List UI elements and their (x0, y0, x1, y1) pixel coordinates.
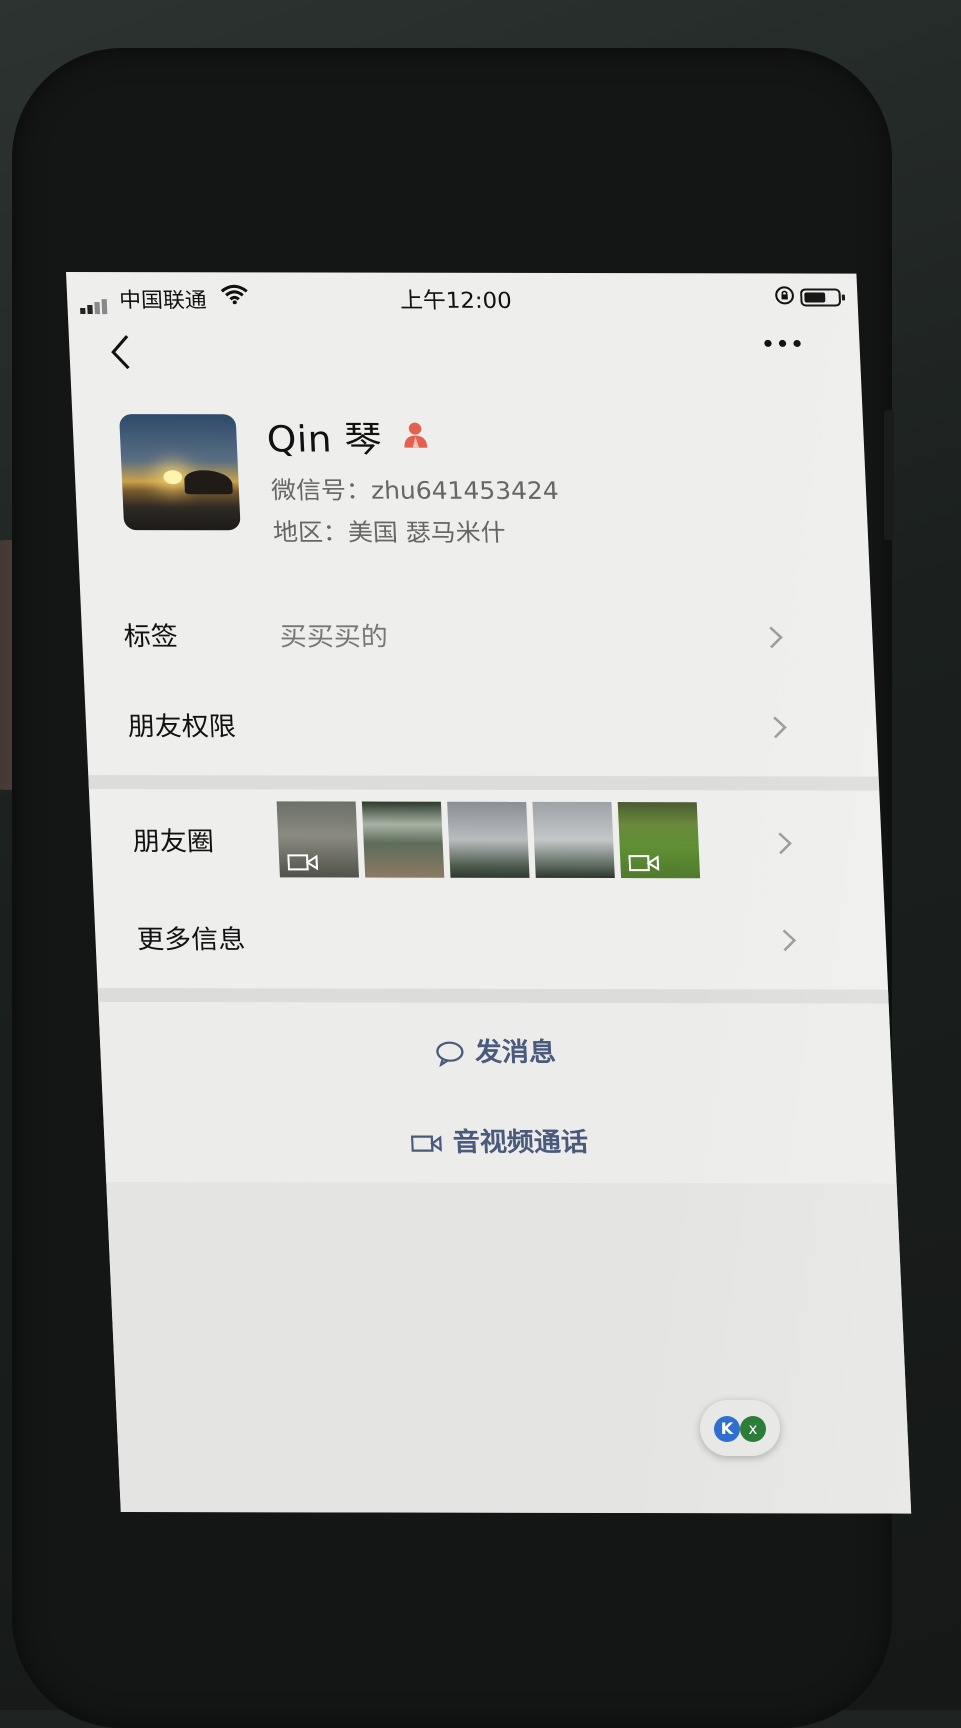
close-icon[interactable]: x (740, 1416, 766, 1442)
wifi-icon (220, 284, 248, 309)
av-call-label: 音视频通话 (452, 1127, 589, 1158)
battery-icon (800, 287, 847, 312)
moment-thumbnail[interactable] (276, 801, 359, 878)
back-button[interactable] (104, 332, 148, 376)
wechat-id: 微信号：zhu641453424 (270, 476, 560, 505)
moment-thumbnail[interactable] (447, 801, 530, 878)
chevron-right-icon (769, 626, 783, 649)
chevron-left-icon (111, 335, 130, 370)
more-options-button[interactable] (761, 333, 825, 373)
rotation-lock-icon (774, 285, 796, 310)
nav-bar (68, 318, 861, 390)
send-message-label: 发消息 (474, 1037, 557, 1068)
av-call-button[interactable]: 音视频通话 (103, 1102, 897, 1184)
chevron-right-icon (773, 716, 787, 739)
friend-permissions-row[interactable]: 朋友权限 (84, 682, 878, 774)
moments-label: 朋友圈 (132, 827, 215, 858)
avatar[interactable] (119, 414, 241, 531)
chevron-right-icon (778, 832, 792, 855)
phone-screen: 中国联通 上午12:00 Qin 琴 微信号：zhu641453424 地区：美… (66, 272, 912, 1514)
tag-row[interactable]: 标签 买买买的 (80, 592, 874, 684)
name-row: Qin 琴 (266, 410, 430, 461)
section-divider (88, 775, 880, 791)
ellipsis-icon (764, 339, 801, 347)
tag-value: 买买买的 (279, 622, 389, 653)
female-icon (401, 421, 429, 453)
moment-thumbnail[interactable] (361, 801, 445, 878)
contact-name: Qin 琴 (265, 419, 384, 461)
empty-area (106, 1182, 912, 1514)
status-time: 上午12:00 (399, 288, 513, 314)
status-bar: 中国联通 上午12:00 (66, 272, 858, 320)
video-camera-icon (628, 855, 660, 872)
carrier-name: 中国联通 (118, 288, 208, 313)
signal-icon (79, 290, 109, 315)
moments-row[interactable]: 朋友圈 (89, 789, 884, 897)
moment-thumbnail[interactable] (617, 802, 701, 879)
video-camera-icon (410, 1134, 442, 1152)
region: 地区：美国 瑟马米什 (272, 518, 507, 547)
tag-label: 标签 (123, 622, 179, 653)
more-info-label: 更多信息 (136, 925, 246, 956)
friend-permissions-label: 朋友权限 (127, 712, 237, 743)
floating-assistant-button[interactable]: K x (700, 1400, 780, 1456)
moments-thumbnails (276, 801, 707, 882)
video-camera-icon (287, 854, 319, 871)
side-button (884, 410, 894, 540)
chat-bubble-icon (436, 1041, 464, 1067)
moment-thumbnail[interactable] (532, 801, 615, 879)
send-message-button[interactable]: 发消息 (99, 1012, 893, 1094)
more-info-row[interactable]: 更多信息 (94, 895, 888, 987)
chevron-right-icon (782, 929, 797, 952)
assistant-logo-icon: K (714, 1416, 740, 1442)
section-divider (97, 988, 889, 1004)
